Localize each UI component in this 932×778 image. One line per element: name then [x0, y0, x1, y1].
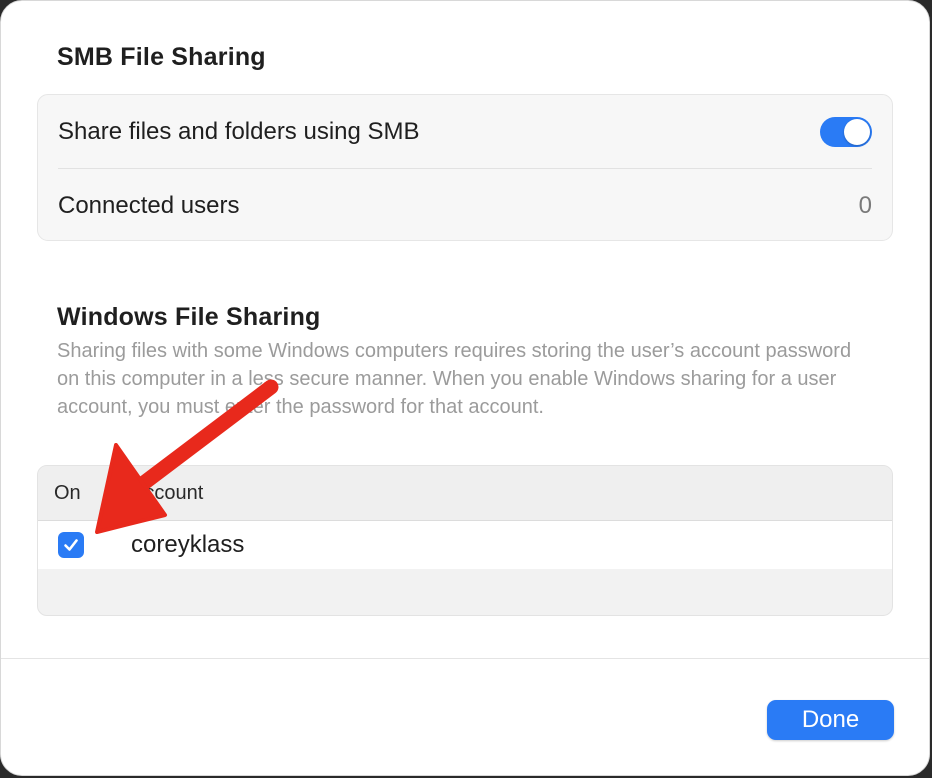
windows-sharing-description: Sharing files with some Windows computer… — [57, 340, 852, 418]
windows-section-title: Windows File Sharing — [57, 303, 321, 331]
footer-divider — [1, 658, 929, 659]
column-header-account[interactable]: Account — [131, 482, 203, 505]
file-sharing-sheet: SMB File Sharing Share files and folders… — [0, 0, 930, 776]
table-row[interactable]: coreyklass — [38, 521, 892, 569]
smb-share-label: Share files and folders using SMB — [58, 117, 420, 145]
connected-users-label: Connected users — [58, 191, 240, 219]
done-button[interactable]: Done — [767, 700, 894, 740]
smb-share-row: Share files and folders using SMB — [38, 95, 892, 168]
checkmark-icon — [64, 539, 78, 551]
windows-accounts-table: On Account coreyklass — [37, 465, 893, 616]
toggle-knob — [844, 118, 870, 145]
smb-settings-group: Share files and folders using SMB Connec… — [37, 94, 893, 241]
smb-share-toggle[interactable] — [820, 116, 872, 147]
smb-section-title: SMB File Sharing — [57, 43, 266, 71]
connected-users-count: 0 — [858, 191, 872, 219]
column-header-on[interactable]: On — [54, 482, 81, 505]
account-name-cell: coreyklass — [131, 531, 245, 558]
column-separator — [116, 478, 117, 508]
account-on-checkbox[interactable] — [58, 532, 84, 558]
table-header: On Account — [38, 466, 892, 521]
connected-users-row: Connected users 0 — [38, 169, 892, 242]
